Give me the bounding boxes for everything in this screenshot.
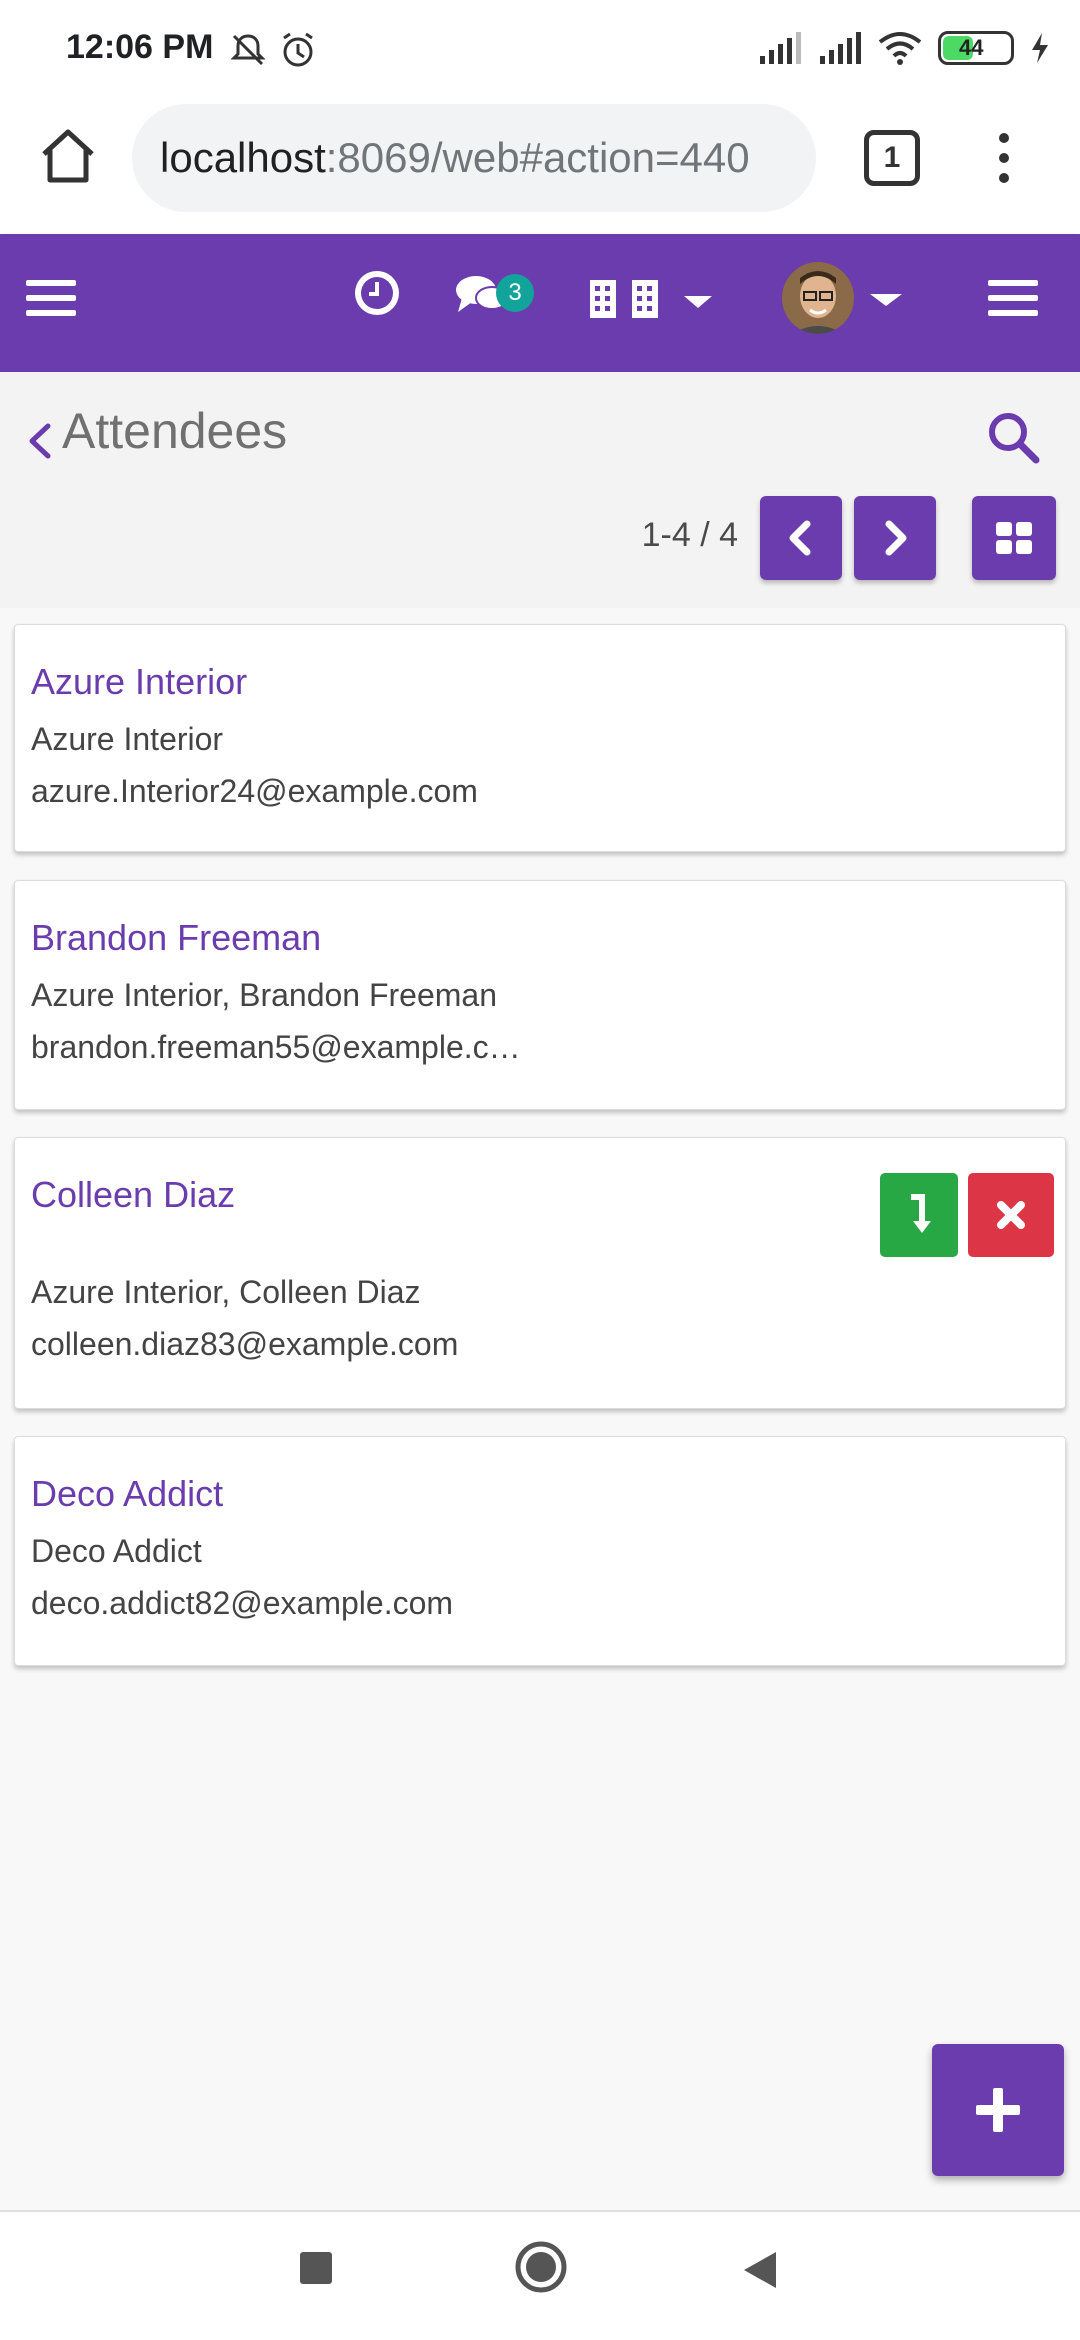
home-icon[interactable] <box>36 124 100 188</box>
pager-next-button[interactable] <box>854 496 936 580</box>
system-navigation-bar <box>0 2210 1080 2340</box>
url-path: :8069/web#action=440 <box>325 134 750 181</box>
menu-toggle-icon[interactable] <box>26 278 76 318</box>
attendee-email: deco.addict82@example.com <box>31 1585 454 1621</box>
tab-count: 1 <box>883 141 901 174</box>
attendee-name: Colleen Diaz <box>31 1174 236 1215</box>
silent-icon <box>230 34 266 66</box>
pager-value[interactable]: 1-4 / 4 <box>642 516 738 555</box>
battery-icon: 44 <box>938 31 1014 65</box>
user-avatar[interactable] <box>782 262 854 334</box>
attendee-company: Azure Interior <box>31 721 224 757</box>
create-button[interactable] <box>932 2044 1064 2176</box>
signal-icon <box>760 32 801 64</box>
kanban-view-button[interactable] <box>972 496 1056 580</box>
url-bar[interactable]: localhost:8069/web#action=440 <box>132 104 816 212</box>
user-menu-caret-icon[interactable] <box>870 292 902 308</box>
page-title: Attendees <box>62 403 288 459</box>
kanban-grid-icon <box>996 522 1032 554</box>
activity-clock-icon[interactable] <box>352 268 402 318</box>
attendee-card[interactable]: Colleen Diaz Azure Interior, Colleen Dia… <box>14 1137 1066 1409</box>
alarm-icon <box>283 32 313 67</box>
signal-icon <box>820 32 861 64</box>
status-time: 12:06 PM <box>66 28 214 66</box>
wifi-icon <box>878 32 922 65</box>
app-menu-icon[interactable] <box>988 278 1038 318</box>
search-icon[interactable] <box>984 408 1044 468</box>
attendee-company: Azure Interior, Colleen Diaz <box>31 1274 421 1310</box>
messages-badge: 3 <box>496 274 534 312</box>
avatar-image <box>782 262 854 334</box>
company-switcher-icon[interactable] <box>588 276 714 322</box>
attendee-email: brandon.freeman55@example.c… <box>31 1029 521 1065</box>
plus-icon <box>976 2088 1020 2132</box>
browser-toolbar: localhost:8069/web#action=440 1 <box>0 100 1080 234</box>
chevron-left-icon <box>789 520 811 556</box>
back-chevron-icon[interactable] <box>24 416 54 466</box>
accept-button[interactable] <box>880 1173 958 1257</box>
home-circle-icon[interactable] <box>514 2240 568 2294</box>
recents-icon[interactable] <box>296 2248 336 2288</box>
status-bar: 12:06 PM 44 <box>0 0 1080 100</box>
decline-button[interactable] <box>968 1173 1054 1257</box>
pager-previous-button[interactable] <box>760 496 842 580</box>
attendee-name: Brandon Freeman <box>31 917 322 958</box>
url-host: localhost <box>160 134 326 181</box>
attendee-name: Azure Interior <box>31 661 248 702</box>
battery-level: 44 <box>959 35 984 60</box>
tab-switcher-button[interactable]: 1 <box>864 130 920 186</box>
arrow-down-icon <box>911 1194 931 1233</box>
attendee-name: Deco Addict <box>31 1473 224 1514</box>
control-panel: Attendees 1-4 / 4 <box>0 372 1080 608</box>
back-triangle-icon[interactable] <box>740 2248 780 2292</box>
attendee-email: azure.Interior24@example.com <box>31 773 478 809</box>
charging-icon <box>1032 33 1048 63</box>
attendee-card[interactable]: Deco Addict Deco Addict deco.addict82@ex… <box>14 1436 1066 1666</box>
chevron-right-icon <box>885 520 907 556</box>
attendee-email: colleen.diaz83@example.com <box>31 1326 459 1362</box>
attendee-company: Azure Interior, Brandon Freeman <box>31 977 498 1013</box>
attendee-card[interactable]: Azure Interior Azure Interior azure.Inte… <box>14 624 1066 852</box>
attendee-company: Deco Addict <box>31 1533 202 1569</box>
attendee-card[interactable]: Brandon Freeman Azure Interior, Brandon … <box>14 880 1066 1110</box>
main-navbar <box>0 234 1080 372</box>
close-icon <box>997 1201 1025 1229</box>
more-vert-icon[interactable] <box>984 130 1024 186</box>
